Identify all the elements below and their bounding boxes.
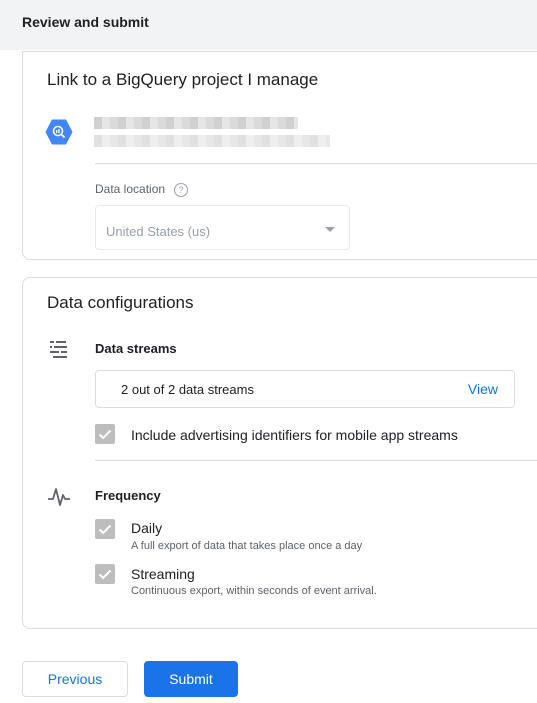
streaming-label: Streaming bbox=[131, 566, 195, 582]
help-icon[interactable]: ? bbox=[174, 183, 188, 197]
checkmark-icon bbox=[98, 569, 112, 580]
submit-button[interactable]: Submit bbox=[144, 661, 238, 697]
data-location-select: United States (us) bbox=[95, 205, 350, 250]
data-streams-icon bbox=[50, 341, 67, 358]
daily-label: Daily bbox=[131, 520, 163, 536]
ad-ids-label: Include advertising identifiers for mobi… bbox=[131, 427, 458, 443]
divider bbox=[95, 163, 537, 164]
data-configurations-title: Data configurations bbox=[47, 293, 194, 312]
pulse-icon bbox=[48, 488, 70, 506]
bigquery-hexagon-icon bbox=[45, 119, 73, 145]
frequency-title: Frequency bbox=[95, 488, 161, 503]
data-location-label: Data location bbox=[95, 182, 166, 196]
checkmark-icon bbox=[98, 524, 112, 535]
previous-button[interactable]: Previous bbox=[22, 661, 128, 697]
bigquery-card-title: Link to a BigQuery project I manage bbox=[47, 70, 319, 89]
data-streams-summary: 2 out of 2 data streams bbox=[121, 382, 254, 397]
data-streams-summary-box: 2 out of 2 data streams View bbox=[95, 370, 515, 408]
chevron-down-icon bbox=[325, 227, 335, 232]
daily-description: A full export of data that takes place o… bbox=[131, 540, 363, 552]
project-name-redacted bbox=[94, 117, 298, 129]
ad-ids-checkbox[interactable] bbox=[95, 424, 115, 444]
checkmark-icon bbox=[98, 429, 112, 440]
daily-checkbox[interactable] bbox=[95, 519, 115, 539]
streaming-description: Continuous export, within seconds of eve… bbox=[131, 585, 377, 597]
divider bbox=[95, 460, 537, 461]
page-title: Review and submit bbox=[22, 14, 149, 30]
streaming-checkbox[interactable] bbox=[95, 564, 115, 584]
data-location-value: United States (us) bbox=[106, 224, 211, 239]
data-streams-title: Data streams bbox=[95, 341, 177, 356]
project-id-redacted bbox=[94, 135, 330, 147]
page-header: Review and submit bbox=[0, 0, 537, 50]
view-streams-link[interactable]: View bbox=[468, 381, 498, 397]
